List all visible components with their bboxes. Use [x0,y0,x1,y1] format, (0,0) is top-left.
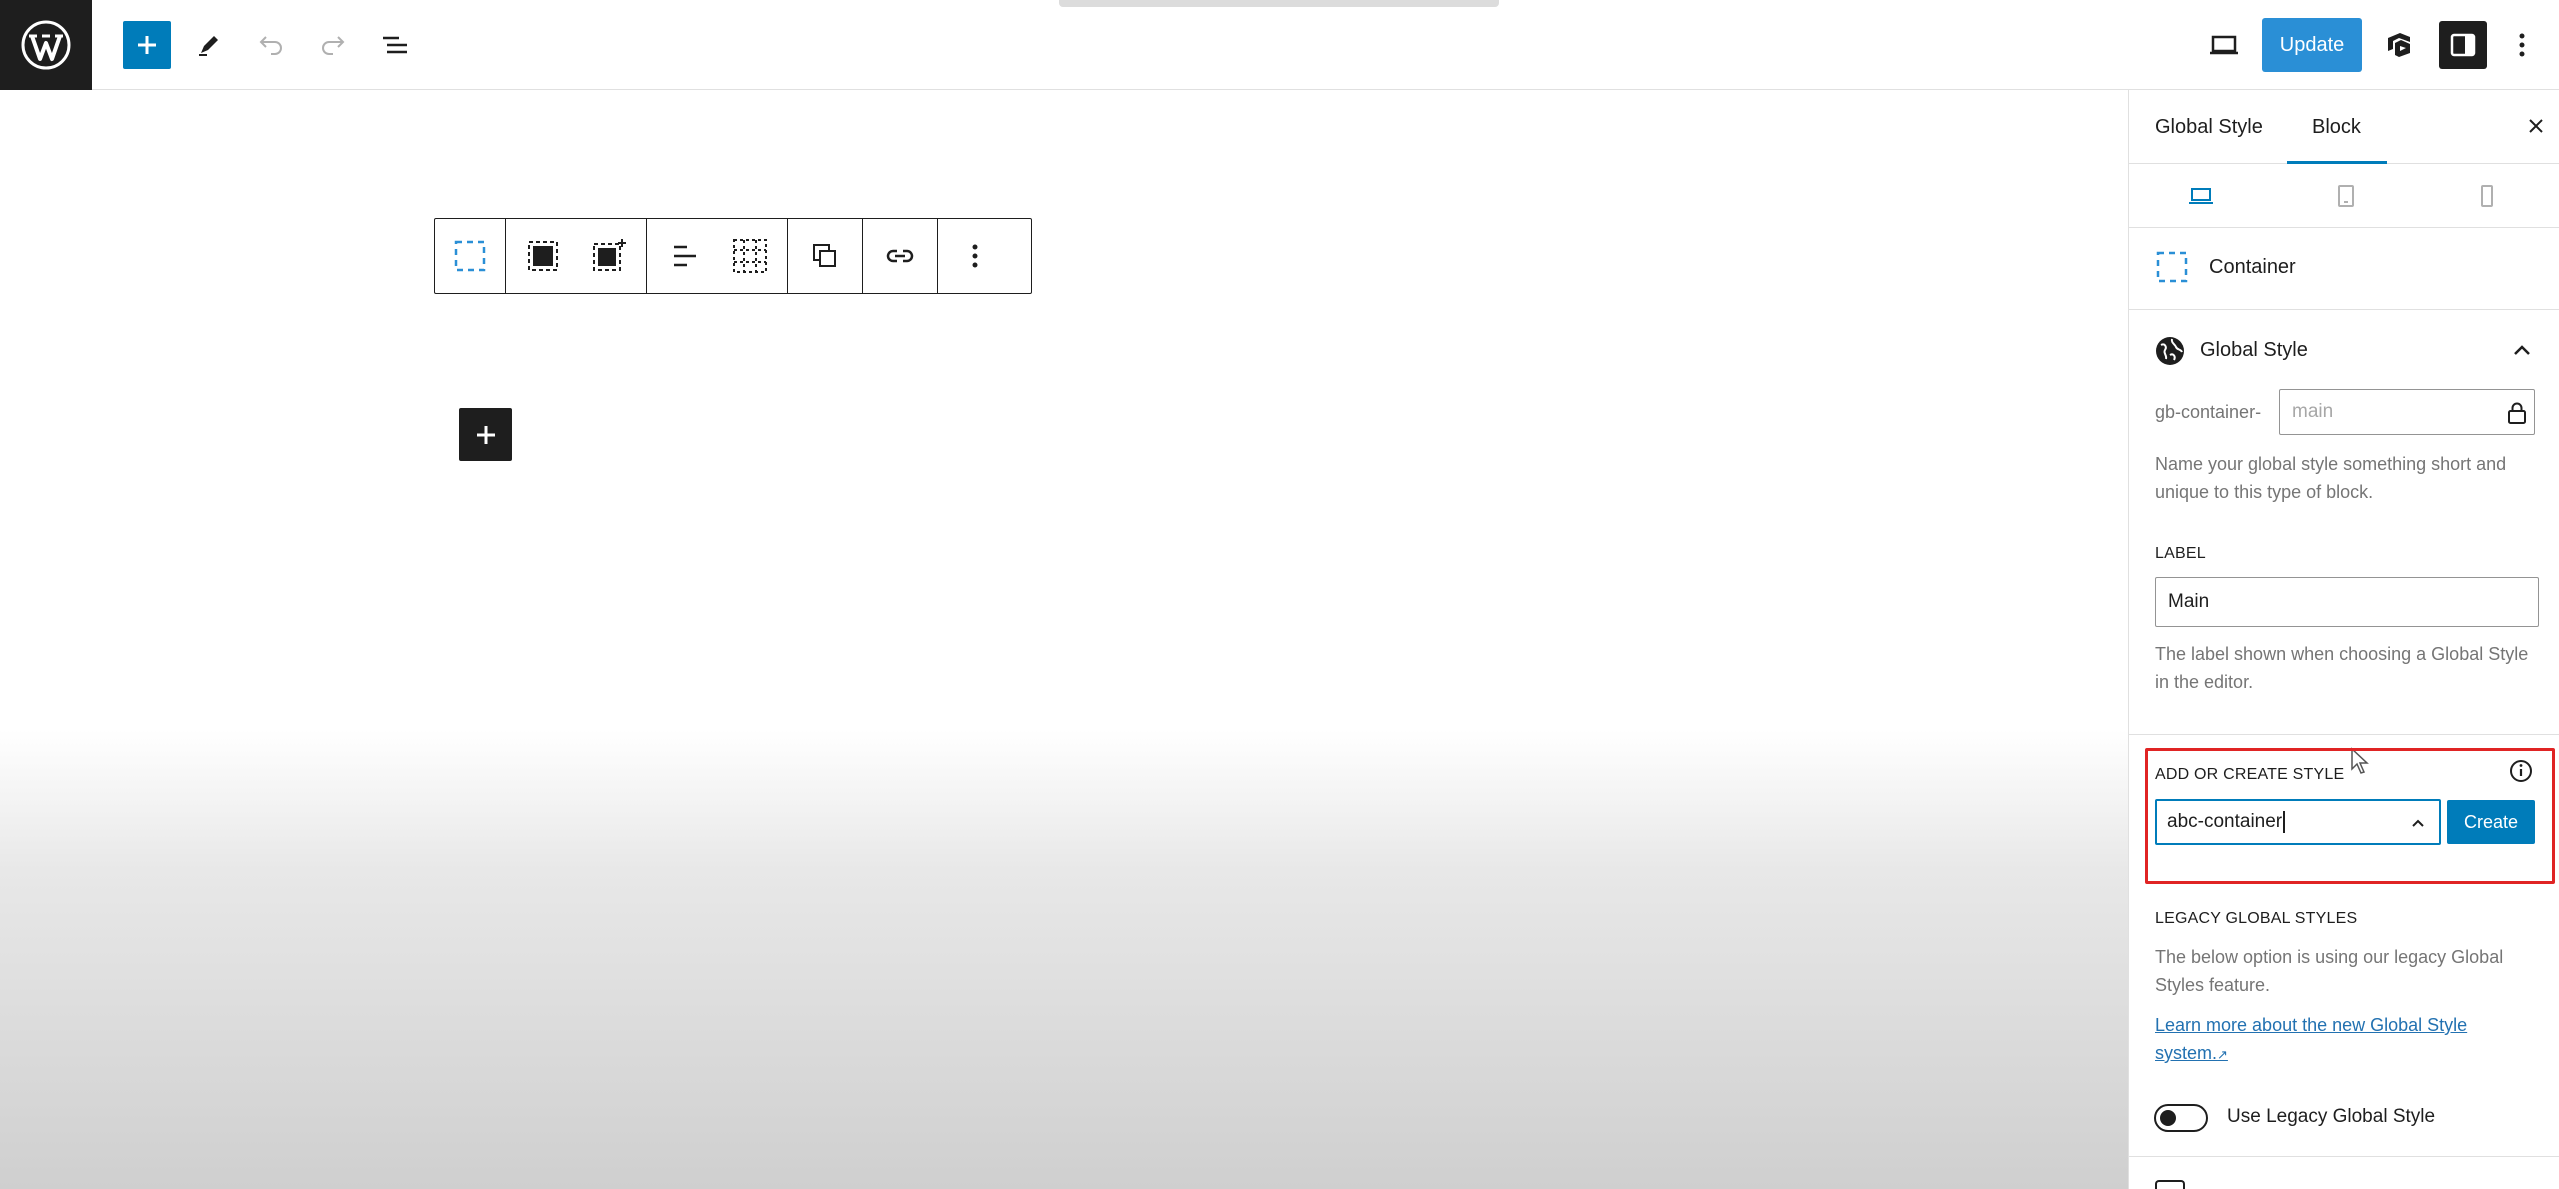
legacy-help: The below option is using our legacy Glo… [2155,943,2545,999]
help-line: in the editor. [2155,672,2254,692]
external-link-icon: ↗ [2217,1047,2228,1062]
block-inserter-button[interactable] [123,21,171,69]
grid-button[interactable] [721,227,779,285]
align-button[interactable] [655,227,713,285]
device-switcher [2129,164,2559,228]
global-style-panel-header[interactable]: Global Style [2129,310,2559,392]
divider [2129,734,2559,735]
next-panel-icon [2155,1180,2185,1189]
help-line: unique to this type of block. [2155,482,2374,502]
list-view-icon [383,36,407,54]
add-container-button[interactable] [580,227,638,285]
block-options-button[interactable] [946,227,1004,285]
help-line: The below option is using our legacy Glo… [2155,947,2504,967]
legacy-global-style-toggle[interactable] [2154,1104,2208,1132]
block-card: Container [2129,228,2559,310]
label-input[interactable]: Main [2155,577,2539,627]
legacy-toggle-label: Use Legacy Global Style [2227,1106,2436,1127]
close-sidebar-button[interactable] [2514,104,2558,148]
update-button[interactable]: Update [2262,18,2362,72]
device-tablet-button[interactable] [2324,174,2368,218]
legacy-heading: LEGACY GLOBAL STYLES [2155,910,2358,927]
align-left-icon [674,245,696,267]
class-prefix: gb-container- [2155,402,2262,422]
undo-button[interactable] [247,21,295,69]
document-bar[interactable] [1059,0,1499,7]
pencil-icon [199,36,218,56]
more-vertical-icon [972,244,978,268]
mobile-icon [2481,185,2493,207]
document-overview-button[interactable] [371,21,419,69]
settings-sidebar: Global Style Block Container Global Styl… [2128,90,2559,1189]
copy-icon [813,244,836,267]
options-menu-button[interactable] [2500,21,2544,69]
grid-icon [733,239,767,273]
style-name-placeholder: main [2292,401,2334,422]
sidebar-icon [2450,33,2476,57]
link-line[interactable]: Learn more about the new Global Style [2155,1011,2545,1039]
editor-header: Update [0,0,2559,90]
desktop-preview-icon [2210,35,2238,55]
copy-style-button[interactable] [796,227,854,285]
desktop-icon [2189,188,2213,204]
generateblocks-icon [2388,33,2410,57]
divider [2129,1156,2559,1157]
preview-button[interactable] [2200,21,2248,69]
link-button[interactable] [871,227,929,285]
more-vertical-icon [2519,33,2525,57]
block-title: Container [2209,256,2296,278]
lock-icon[interactable] [2506,401,2528,425]
redo-button[interactable] [309,21,357,69]
sidebar-tabs: Global Style Block [2129,90,2559,164]
generateblocks-button[interactable] [2375,21,2423,69]
select-parent-button[interactable] [441,227,499,285]
device-mobile-button[interactable] [2465,174,2509,218]
add-inner-container-button[interactable] [514,227,572,285]
container-icon [2156,251,2188,283]
redo-icon [322,36,345,55]
style-name-help: Name your global style something short a… [2155,450,2545,506]
add-container-icon [593,239,626,271]
help-line: Name your global style something short a… [2155,454,2507,474]
editor-canvas[interactable] [0,90,2128,1189]
tab-block[interactable]: Block [2312,90,2361,164]
help-line: Styles feature. [2155,975,2271,995]
label-heading: LABEL [2155,545,2206,562]
label-help: The label shown when choosing a Global S… [2155,640,2545,696]
globe-icon [2156,337,2184,365]
settings-sidebar-button[interactable] [2439,21,2487,69]
chevron-up-icon [2514,345,2530,355]
inner-container-icon [528,241,558,271]
tab-global-style[interactable]: Global Style [2155,90,2263,164]
close-icon [2529,119,2543,133]
plus-icon [138,36,156,54]
help-line: The label shown when choosing a Global S… [2155,644,2529,664]
tools-button[interactable] [185,21,233,69]
device-desktop-button[interactable] [2179,174,2223,218]
style-name-input[interactable]: main [2279,389,2535,435]
wordpress-logo-icon[interactable] [0,0,92,90]
panel-title: Global Style [2200,339,2308,361]
link-icon [886,249,914,263]
add-block-button[interactable] [459,408,512,461]
link-line-2[interactable]: system.↗ [2155,1039,2545,1069]
highlight-box [2145,748,2555,884]
plus-icon [476,425,495,444]
tablet-icon [2338,185,2354,207]
undo-icon [259,36,282,55]
label-input-value: Main [2168,591,2210,612]
container-icon [454,240,486,272]
block-toolbar [434,218,1032,294]
link-text[interactable]: system. [2155,1043,2217,1063]
learn-more-link[interactable]: Learn more about the new Global Style sy… [2155,1011,2545,1069]
